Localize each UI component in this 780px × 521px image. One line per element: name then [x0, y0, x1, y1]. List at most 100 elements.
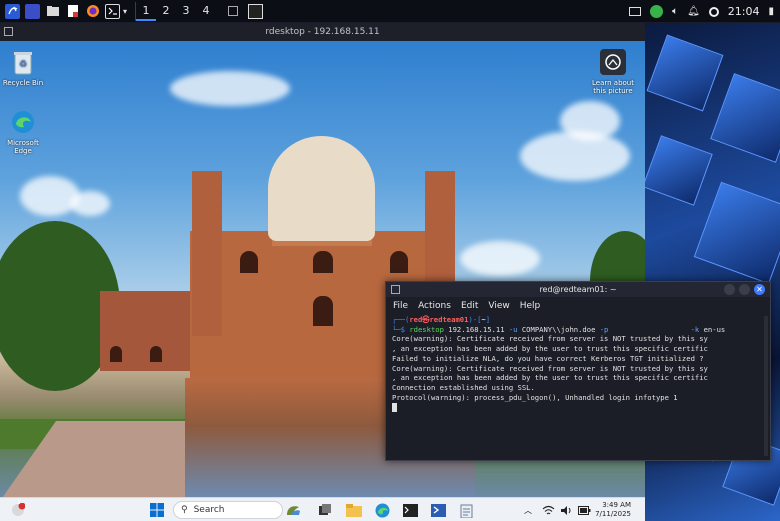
output-line: Core(warning): Certificate received from…	[392, 334, 708, 344]
taskbar-time: 3:49 AM	[602, 501, 631, 509]
cloud	[70, 191, 110, 216]
windows-start-icon[interactable]	[149, 502, 165, 518]
volume-icon[interactable]: 🔈︎	[672, 6, 678, 17]
notification-badge: 1	[17, 499, 21, 506]
learn-picture-icon	[600, 49, 626, 75]
menu-help[interactable]: Help	[520, 301, 541, 311]
kali-menu-icon[interactable]	[5, 3, 20, 19]
screen: ▾ 1 2 3 4 🔈︎ 🔔︎ 21:04 ▮ rdesktop - 192.1…	[0, 0, 780, 521]
lock-screen-icon[interactable]: ▮	[768, 6, 774, 17]
desktop-icon-recycle-bin[interactable]: ♻ Recycle Bin	[0, 49, 48, 87]
speaker-icon[interactable]	[558, 502, 574, 518]
chevron-up-icon[interactable]: ︿	[520, 502, 536, 518]
menu-edit[interactable]: Edit	[461, 301, 478, 311]
notification-bell-icon[interactable]: 🔔︎	[687, 6, 700, 17]
taskbar-date: 7/11/2025	[595, 510, 631, 518]
file-explorer-icon[interactable]	[346, 502, 362, 518]
windows-taskbar: 1 ⚲ Search ︿ 3:49 AM 7/11/2025	[0, 497, 645, 521]
rdesktop-titlebar[interactable]: rdesktop - 192.168.15.11	[0, 23, 645, 41]
chevron-down-icon[interactable]: ▾	[123, 7, 127, 16]
desktop-icon-label: Recycle Bin	[2, 79, 44, 87]
firefox-icon[interactable]	[85, 4, 100, 19]
cloud	[170, 71, 290, 106]
desktop-icon-label: Microsoft Edge	[7, 139, 39, 155]
power-icon[interactable]	[708, 6, 719, 17]
menu-actions[interactable]: Actions	[418, 301, 451, 311]
menu-file[interactable]: File	[393, 301, 408, 311]
workspace-1[interactable]: 1	[136, 2, 157, 21]
edge-icon	[10, 109, 36, 135]
shield-status-icon[interactable]	[650, 5, 664, 18]
window-task-rdesktop-icon[interactable]	[228, 6, 239, 16]
terminal-title: red@redteam01: ~	[539, 285, 617, 294]
terminal-titlebar[interactable]: red@redteam01: ~ ✕	[386, 282, 770, 297]
tower-left	[192, 171, 222, 336]
workspace-2[interactable]: 2	[156, 2, 176, 21]
arch	[240, 251, 258, 273]
prompt-line: ┌──(red㉿redteam01)-[~]	[392, 315, 491, 324]
desktop-icon-edge[interactable]: Microsoft Edge	[0, 109, 48, 155]
wallpaper-cube	[646, 34, 724, 112]
terminal-scrollbar[interactable]	[764, 316, 768, 456]
terminal-launcher-icon[interactable]	[105, 3, 120, 19]
window-controls: ✕	[724, 284, 765, 295]
terminal-window[interactable]: red@redteam01: ~ ✕ File Actions Edit Vie…	[385, 281, 771, 461]
task-view-icon[interactable]	[317, 502, 333, 518]
menu-view[interactable]: View	[488, 301, 509, 311]
arch	[313, 251, 333, 273]
workspace-3[interactable]: 3	[176, 2, 196, 21]
copilot-icon[interactable]	[285, 502, 301, 518]
cloud	[560, 101, 620, 141]
output-line: Failed to initialize NLA, do you have co…	[392, 353, 704, 363]
desktop-icon-learn-picture[interactable]: Learn about this picture	[588, 49, 638, 95]
arch	[110, 346, 122, 362]
output-line: Core(warning): Certificate received from…	[392, 363, 708, 373]
edge-taskbar-icon[interactable]	[374, 502, 390, 518]
monitor-icon[interactable]	[629, 7, 642, 16]
cursor-line	[392, 402, 764, 412]
network-icon[interactable]	[540, 502, 556, 518]
arch	[150, 346, 162, 362]
prompt-user: red㉿redteam01	[409, 315, 469, 324]
rdesktop-title: rdesktop - 192.168.15.11	[265, 27, 380, 37]
output-line: , an exception has been added by the use…	[392, 344, 708, 354]
workspace-4[interactable]: 4	[196, 2, 216, 21]
taskbar-search[interactable]: ⚲ Search	[173, 501, 283, 519]
search-icon: ⚲	[181, 505, 188, 515]
cmd-icon[interactable]	[402, 502, 418, 518]
output-line: , an exception has been added by the use…	[392, 373, 708, 383]
text-editor-icon[interactable]	[65, 4, 80, 19]
svg-text:♻: ♻	[19, 60, 27, 70]
recycle-bin-icon: ♻	[10, 49, 36, 75]
arch	[390, 251, 408, 273]
panel-clock[interactable]: 21:04	[728, 5, 760, 18]
arch	[313, 296, 333, 326]
desktop-icon-label: Learn about this picture	[592, 79, 634, 95]
terminal-output[interactable]: ┌──(red㉿redteam01)-[~] └─$ rdesktop 192.1…	[386, 315, 770, 412]
file-manager-icon[interactable]	[45, 4, 60, 19]
taskbar-clock[interactable]: 3:49 AM 7/11/2025	[595, 501, 631, 519]
kali-top-panel: ▾ 1 2 3 4 🔈︎ 🔔︎ 21:04 ▮	[0, 0, 780, 23]
close-button[interactable]: ✕	[754, 284, 765, 295]
maximize-button[interactable]	[739, 284, 750, 295]
window-task-terminal-icon[interactable]	[248, 3, 264, 19]
search-placeholder: Search	[193, 505, 225, 515]
terminal-menubar: File Actions Edit View Help	[386, 297, 770, 315]
widgets-icon[interactable]: 1	[10, 499, 26, 518]
kali-tray: 🔈︎ 🔔︎ 21:04 ▮	[629, 0, 774, 23]
window-icon	[4, 27, 13, 36]
wallpaper-cube	[710, 73, 780, 163]
minimize-button[interactable]	[724, 284, 735, 295]
cloud	[460, 241, 540, 276]
output-line: Protocol(warning): process_pdu_logon(), …	[392, 392, 678, 402]
notepad-icon[interactable]	[458, 502, 474, 518]
battery-icon[interactable]	[576, 502, 592, 518]
wallpaper-cube	[645, 135, 713, 206]
terminal-window-icon	[391, 285, 400, 294]
show-desktop-icon[interactable]	[25, 3, 40, 19]
text-cursor	[392, 402, 397, 412]
powershell-icon[interactable]	[430, 502, 446, 518]
wallpaper-cube	[693, 181, 780, 285]
workspace-switcher: 1 2 3 4	[135, 1, 216, 21]
cloud	[20, 176, 80, 216]
